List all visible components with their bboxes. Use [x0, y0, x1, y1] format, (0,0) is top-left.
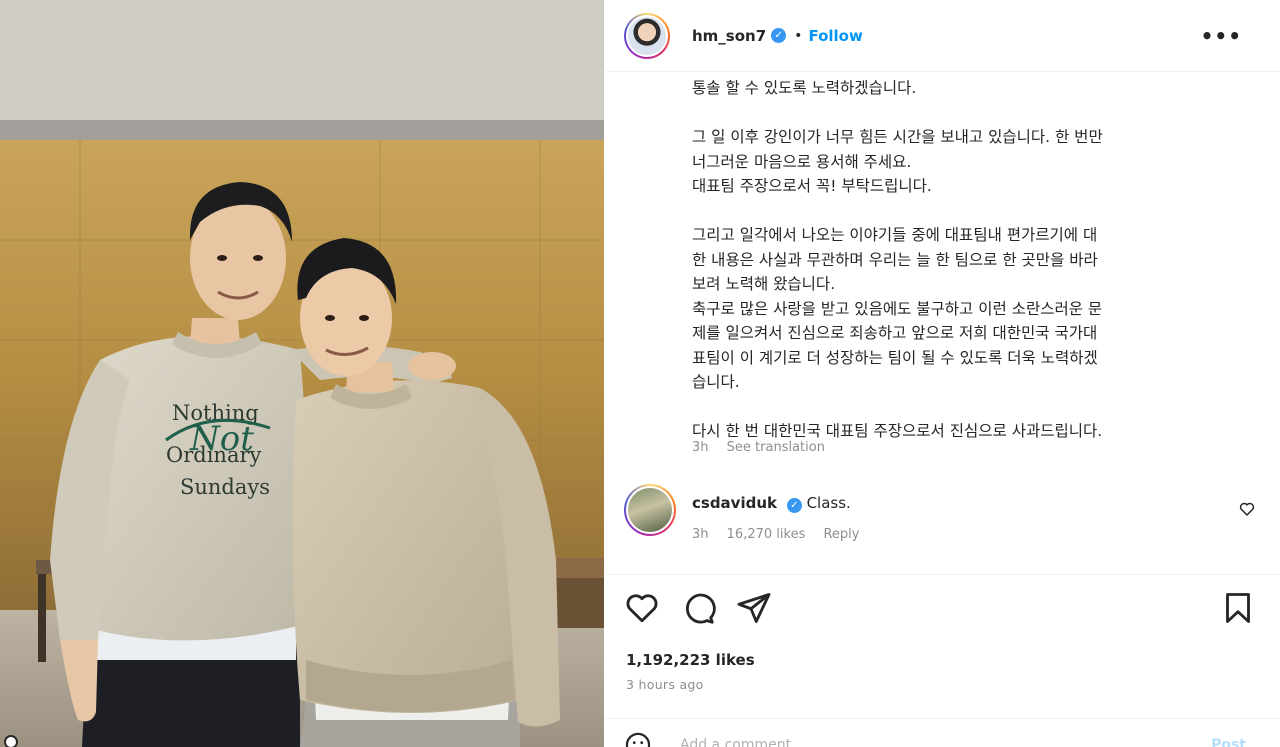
post-time: 3 hours ago: [626, 677, 704, 692]
see-translation-link[interactable]: See translation: [727, 440, 825, 455]
heart-icon[interactable]: [624, 590, 660, 626]
smiley-icon[interactable]: [624, 731, 652, 747]
paper-plane-icon[interactable]: [736, 590, 772, 626]
post-header: hm_son7 ✓ • Follow •••: [606, 0, 1280, 72]
comment-meta: 3h 16,270 likes Reply: [692, 527, 874, 542]
comment-time: 3h: [692, 527, 709, 542]
header-separator: •: [794, 27, 803, 44]
actions-divider: [606, 574, 1280, 575]
comment-like-heart-icon[interactable]: [1238, 500, 1256, 518]
author-avatar[interactable]: [624, 12, 670, 59]
follow-button[interactable]: Follow: [808, 27, 862, 45]
comment-item: csdaviduk ✓ Class. 3h 16,270 likes Reply: [624, 484, 1270, 544]
svg-text:Sundays: Sundays: [180, 475, 270, 499]
comment-input[interactable]: [680, 733, 1180, 747]
post-caption: 통솔 할 수 있도록 노력하겠습니다. 그 일 이후 강인이가 너무 힘든 시간…: [692, 79, 1103, 440]
comment-icon[interactable]: [680, 590, 716, 626]
shirt-graphic: Nothing Ordinary Sundays Not: [165, 401, 271, 499]
photo-illustration: Nothing Ordinary Sundays Not: [0, 0, 604, 747]
post-actions: [624, 590, 1264, 630]
comment-likes[interactable]: 16,270 likes: [727, 527, 806, 542]
likes-count[interactable]: 1,192,223 likes: [626, 651, 755, 669]
author-username[interactable]: hm_son7: [692, 27, 766, 45]
add-comment-bar: Post: [606, 718, 1280, 747]
carousel-indicator[interactable]: [4, 735, 18, 747]
verified-badge-icon: ✓: [771, 28, 787, 43]
reply-button[interactable]: Reply: [823, 527, 859, 542]
comment-line: csdaviduk ✓ Class.: [692, 494, 851, 513]
caption-meta: 3h See translation: [692, 440, 839, 455]
comment-text: Class.: [806, 494, 851, 512]
commenter-username[interactable]: csdaviduk: [692, 494, 777, 512]
post-detail-panel: hm_son7 ✓ • Follow ••• 통솔 할 수 있도록 노력하겠습니…: [606, 0, 1280, 747]
more-options-icon[interactable]: •••: [1201, 24, 1242, 48]
post-photo: Nothing Ordinary Sundays Not: [0, 0, 604, 747]
caption-time: 3h: [692, 440, 709, 455]
commenter-avatar[interactable]: [624, 484, 676, 536]
bookmark-icon[interactable]: [1220, 590, 1256, 626]
post-comment-button[interactable]: Post: [1211, 737, 1246, 747]
verified-badge-icon: ✓: [786, 498, 802, 513]
